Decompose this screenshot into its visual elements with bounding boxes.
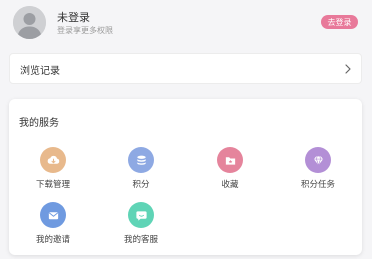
service-label: 积分任务 (300, 180, 335, 190)
browsing-history-label: 浏览记录 (20, 66, 60, 77)
service-customer-support[interactable]: 我的客服 (111, 202, 171, 248)
my-services-card: 我的服务 下载管理 积分 收藏 积分任务 我的邀请 我的客服 (9, 99, 362, 255)
coins-icon (128, 147, 154, 173)
avatar[interactable] (13, 6, 46, 39)
service-label: 我的邀请 (35, 235, 70, 245)
browsing-history-row[interactable]: 浏览记录 (9, 53, 362, 84)
login-hint: 登录享更多权限 (57, 26, 113, 35)
service-label: 我的客服 (123, 235, 158, 245)
service-download-manager[interactable]: 下载管理 (23, 147, 83, 193)
download-icon (40, 147, 66, 173)
user-name: 未登录 (57, 11, 90, 24)
service-favorites[interactable]: 收藏 (200, 147, 260, 193)
services-title: 我的服务 (19, 118, 59, 129)
service-label: 下载管理 (35, 180, 70, 190)
service-label: 积分 (132, 180, 150, 190)
folder-star-icon (217, 147, 243, 173)
envelope-icon (40, 202, 66, 228)
chevron-right-icon (345, 64, 351, 74)
default-user-avatar-icon (13, 6, 46, 39)
login-button[interactable]: 去登录 (321, 15, 358, 29)
chat-bubble-icon (128, 202, 154, 228)
service-points[interactable]: 积分 (111, 147, 171, 193)
service-label: 收藏 (221, 180, 239, 190)
diamond-icon (305, 147, 331, 173)
service-my-invitations[interactable]: 我的邀请 (23, 202, 83, 248)
profile-header: 未登录 登录享更多权限 去登录 (0, 0, 372, 44)
service-points-tasks[interactable]: 积分任务 (288, 147, 348, 193)
